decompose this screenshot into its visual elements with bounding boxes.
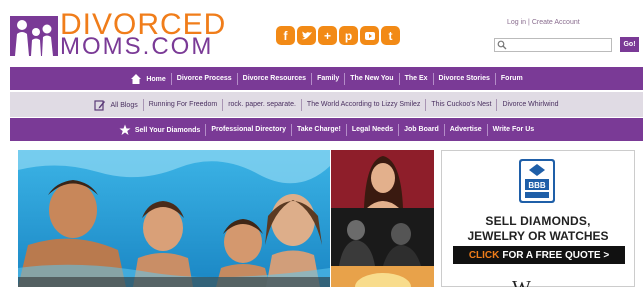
thumbnail-woman-portrait[interactable] [331, 150, 434, 208]
blogs-nav: All Blogs Running For Freedom rock. pape… [10, 92, 643, 117]
diamond-ad[interactable]: BBB SELL DIAMONDS, JEWELRY OR WATCHES CL… [441, 150, 635, 287]
ad-cta-button[interactable]: CLICK FOR A FREE QUOTE > [453, 246, 625, 264]
nav-item-take-charge[interactable]: Take Charge! [292, 126, 346, 133]
logo-text-moms: MOMS.COM [60, 33, 214, 60]
facebook-icon[interactable]: f [276, 26, 295, 45]
login-link[interactable]: Log in [507, 19, 526, 26]
google-plus-icon[interactable]: + [318, 26, 337, 45]
nav-item-write-for-us[interactable]: Write For Us [488, 126, 540, 133]
search-input[interactable] [509, 40, 609, 50]
twitter-icon[interactable] [297, 26, 316, 45]
hero-caption-bar [18, 277, 330, 287]
nav-item-divorce-resources[interactable]: Divorce Resources [238, 75, 311, 82]
nav-label: All Blogs [110, 101, 138, 109]
ad-cta-click: CLICK [468, 249, 500, 261]
nav-label: Sell Your Diamonds [134, 126, 201, 134]
nav-item-divorce-stories[interactable]: Divorce Stories [434, 75, 495, 82]
search-icon [497, 40, 507, 50]
nav-item-sell-your-diamonds[interactable]: Sell Your Diamonds [114, 124, 205, 136]
youtube-icon[interactable] [360, 26, 379, 45]
nav-item-the-new-you[interactable]: The New You [345, 75, 398, 82]
ad-cta-rest: FOR A FREE QUOTE > [502, 249, 610, 261]
site-logo[interactable]: DIVORCED MOMS.COM [10, 10, 260, 60]
thumbnail-sunset[interactable] [331, 266, 434, 287]
side-thumbnails [331, 150, 434, 287]
pinterest-icon[interactable]: p [339, 26, 358, 45]
nav-label: Home [146, 75, 166, 83]
nav-item-cuckoos-nest[interactable]: This Cuckoo's Nest [426, 101, 496, 108]
nav-item-legal-needs[interactable]: Legal Needs [347, 126, 398, 133]
hero-image[interactable] [18, 150, 330, 287]
nav-item-all-blogs[interactable]: All Blogs [89, 99, 142, 111]
nav-item-divorce-whirlwind[interactable]: Divorce Whirlwind [497, 101, 563, 108]
social-icons: f + p t [276, 26, 400, 45]
nav-item-home[interactable]: Home [125, 73, 170, 85]
bbb-accredited-icon: BBB [519, 159, 555, 203]
nav-item-running-for-freedom[interactable]: Running For Freedom [144, 101, 222, 108]
tumblr-icon[interactable]: t [381, 26, 400, 45]
nav-item-the-ex[interactable]: The Ex [400, 75, 433, 82]
svg-text:BBB: BBB [528, 181, 546, 190]
create-account-link[interactable]: Create Account [532, 19, 580, 26]
search-box [494, 38, 612, 52]
link-separator: | [528, 19, 530, 26]
nav-item-lizzy-smilez[interactable]: The World According to Lizzy Smilez [302, 101, 425, 108]
ad-headline-line2: JEWELRY OR WATCHES [467, 229, 609, 243]
nav-item-divorce-process[interactable]: Divorce Process [172, 75, 237, 82]
ad-brand-logo: W [512, 277, 531, 287]
nav-item-forum[interactable]: Forum [496, 75, 528, 82]
nav-item-job-board[interactable]: Job Board [399, 126, 444, 133]
family-silhouette-icon [10, 16, 58, 56]
nav-item-family[interactable]: Family [312, 75, 344, 82]
site-header: DIVORCED MOMS.COM f + p t Log in | Creat… [0, 0, 643, 66]
hero-family-photo [18, 150, 330, 287]
ad-headline-line1: SELL DIAMONDS, [485, 214, 591, 228]
star-icon [119, 124, 131, 135]
thumbnail-sad-man[interactable] [331, 208, 434, 266]
nav-item-rock-paper-separate[interactable]: rock. paper. separate. [223, 101, 301, 108]
nav-item-advertise[interactable]: Advertise [445, 126, 487, 133]
search-go-button[interactable]: Go! [620, 37, 639, 52]
nav-item-professional-directory[interactable]: Professional Directory [206, 126, 291, 133]
main-nav: Home Divorce Process Divorce Resources F… [10, 67, 643, 90]
account-links: Log in | Create Account [507, 19, 580, 26]
home-icon [131, 73, 142, 84]
edit-icon [94, 99, 106, 111]
services-nav: Sell Your Diamonds Professional Director… [10, 118, 643, 141]
